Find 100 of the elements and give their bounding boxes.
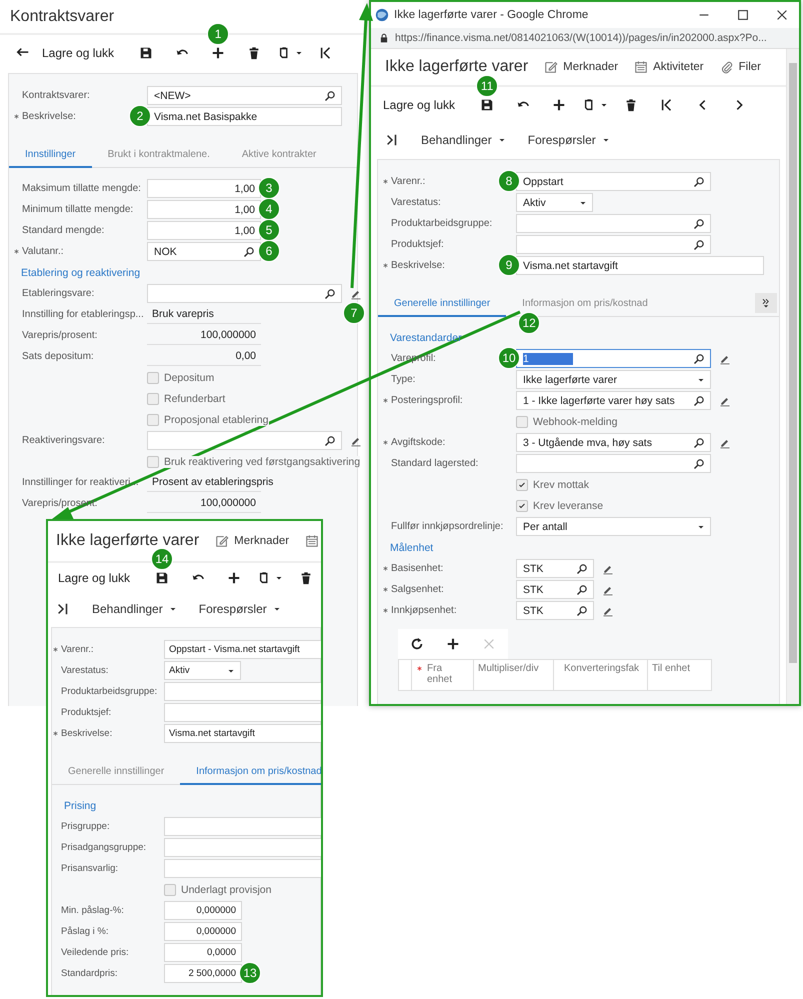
trash-icon[interactable]	[624, 98, 638, 112]
note-icon[interactable]	[215, 534, 230, 548]
save-icon[interactable]	[139, 46, 154, 60]
refresh-icon[interactable]	[410, 637, 424, 651]
checkbox[interactable]	[147, 392, 159, 404]
notes-button[interactable]: Merknader	[544, 60, 618, 74]
search-icon[interactable]	[693, 238, 705, 250]
caret-icon[interactable]	[272, 605, 281, 613]
lookup-field[interactable]	[516, 454, 711, 473]
files-button[interactable]: Filer	[720, 60, 761, 74]
calendar-icon[interactable]	[634, 60, 648, 74]
save-and-close-button[interactable]: Lagre og lukk	[54, 566, 144, 590]
tab[interactable]: Generelle innstillinger	[378, 298, 506, 317]
checkbox[interactable]	[147, 456, 159, 468]
save-icon[interactable]	[155, 571, 170, 585]
lookup-field[interactable]	[147, 431, 342, 450]
caret-icon[interactable]	[274, 574, 283, 582]
close-icon[interactable]	[775, 8, 789, 22]
lookup-field[interactable]	[516, 235, 711, 254]
plus-icon[interactable]	[227, 571, 242, 585]
text-field[interactable]	[164, 859, 321, 878]
dropdown[interactable]: Ikke lagerførte varer	[516, 370, 711, 389]
note-icon[interactable]	[544, 60, 558, 74]
column-header[interactable]: Fra enhet	[427, 663, 469, 685]
lookup-field[interactable]: <NEW>	[147, 86, 342, 105]
column-header[interactable]: Til enhet	[652, 663, 690, 674]
activities-button[interactable]: Aktiviteter	[634, 60, 704, 74]
search-icon[interactable]	[243, 246, 255, 258]
lookup-field[interactable]: NOK	[147, 242, 261, 261]
menu-button[interactable]: Forespørsler	[198, 598, 281, 620]
lookup-field[interactable]	[516, 214, 711, 233]
text-field[interactable]: Oppstart - Visma.net startavgift	[164, 640, 321, 659]
arrow-bar-icon[interactable]	[56, 602, 70, 616]
number-field[interactable]: 0,000000	[164, 901, 242, 920]
caret-icon[interactable]	[168, 605, 177, 613]
tab[interactable]: Innstillinger	[9, 149, 92, 168]
search-icon[interactable]	[693, 458, 705, 470]
number-field[interactable]: 1,00	[147, 179, 261, 198]
menu-button[interactable]: Behandlinger	[421, 129, 506, 151]
checkbox[interactable]	[164, 884, 176, 896]
dropdown[interactable]: Aktiv	[164, 661, 241, 680]
scrollbar[interactable]	[786, 49, 799, 704]
dropdown[interactable]: Per antall	[516, 517, 711, 536]
text-field[interactable]: Visma.net Basispakke	[147, 107, 342, 126]
address-bar[interactable]: https://finance.visma.net/0814021063/(W(10014))/pages/in/in202000.aspx?Po...	[371, 28, 799, 49]
search-icon[interactable]	[576, 562, 588, 574]
search-icon[interactable]	[324, 90, 336, 102]
maximize-icon[interactable]	[736, 8, 750, 22]
text-field[interactable]	[164, 703, 321, 722]
checkbox[interactable]	[147, 414, 159, 426]
lookup-field[interactable]: 3 - Utgående mva, høy sats	[516, 433, 711, 452]
search-icon[interactable]	[576, 584, 588, 596]
dropdown[interactable]: Aktiv	[516, 193, 593, 212]
search-icon[interactable]	[693, 218, 705, 230]
text-field[interactable]	[164, 817, 321, 836]
notes-button[interactable]: Merknader	[215, 534, 290, 548]
checkbox[interactable]	[516, 416, 528, 428]
lookup-field[interactable]: 1	[516, 349, 711, 368]
column-header[interactable]: Multipliser/div	[478, 663, 539, 674]
search-icon[interactable]	[693, 352, 705, 364]
tab[interactable]: Informasjon om pris/kostnad	[180, 766, 321, 785]
text-field[interactable]: Visma.net startavgift	[164, 724, 321, 743]
plus-icon[interactable]	[552, 98, 566, 112]
text-field[interactable]	[164, 682, 321, 701]
search-icon[interactable]	[324, 288, 336, 300]
save-and-close-button[interactable]: Lagre og lukk	[38, 41, 128, 65]
search-icon[interactable]	[324, 434, 336, 446]
caret-icon[interactable]	[294, 49, 303, 57]
search-icon[interactable]	[693, 436, 705, 448]
plus-icon[interactable]	[211, 46, 226, 60]
menu-button[interactable]: Forespørsler	[528, 129, 610, 151]
column-header[interactable]: Konverteringsfak	[564, 663, 640, 674]
caret-icon[interactable]	[602, 136, 610, 144]
search-icon[interactable]	[693, 176, 705, 188]
caret-icon[interactable]	[498, 136, 506, 144]
caret-icon[interactable]	[600, 101, 608, 109]
search-icon[interactable]	[693, 394, 705, 406]
number-field[interactable]: 0,000000	[164, 922, 242, 941]
save-and-close-button[interactable]: Lagre og lukk	[379, 93, 470, 117]
lookup-field[interactable]: 1 - Ikke lagerførte varer høy sats	[516, 391, 711, 410]
more-tabs-button[interactable]	[755, 293, 777, 313]
text-field[interactable]	[164, 838, 321, 857]
search-icon[interactable]	[576, 604, 588, 616]
trash-icon[interactable]	[299, 571, 314, 585]
menu-button[interactable]: Behandlinger	[92, 598, 177, 620]
lookup-field[interactable]: Oppstart	[516, 172, 711, 191]
plus-icon[interactable]	[446, 637, 460, 651]
paperclip-icon[interactable]	[720, 60, 734, 74]
lookup-field[interactable]: STK	[516, 580, 594, 599]
save-icon[interactable]	[480, 98, 494, 112]
trash-icon[interactable]	[247, 46, 262, 60]
number-field[interactable]: 0,0000	[164, 943, 242, 962]
arrow-bar-icon[interactable]	[385, 133, 399, 147]
text-field[interactable]: Visma.net startavgift	[516, 256, 764, 275]
number-field[interactable]: 2 500,0000	[164, 964, 242, 983]
activities-button[interactable]	[305, 534, 320, 548]
lookup-field[interactable]: STK	[516, 559, 594, 578]
number-field[interactable]: 1,00	[147, 221, 261, 240]
number-field[interactable]: 1,00	[147, 200, 261, 219]
lookup-field[interactable]: STK	[516, 601, 594, 620]
